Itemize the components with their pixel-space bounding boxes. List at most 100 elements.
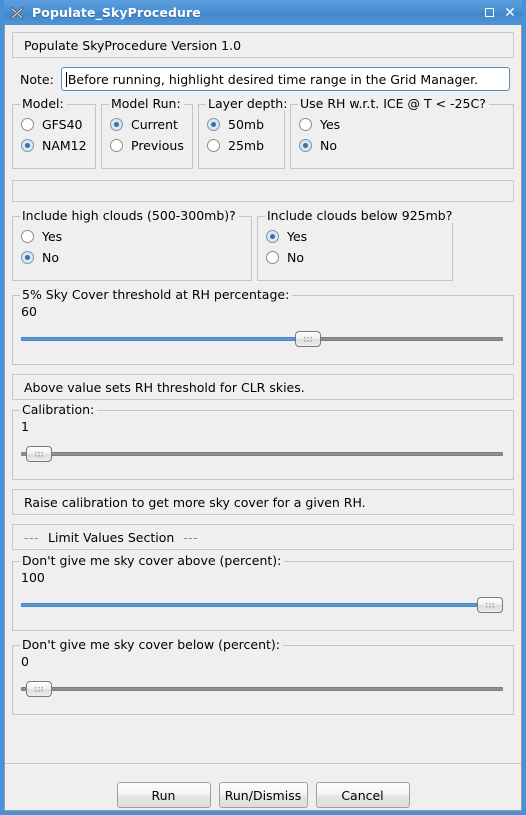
radio-low-clouds-no[interactable]: No xyxy=(266,247,452,268)
button-label: Run xyxy=(151,787,176,803)
spacer-panel xyxy=(12,180,514,202)
radio-label: 25mb xyxy=(228,138,265,153)
calibration-value: 1 xyxy=(21,419,29,434)
title-bar[interactable]: Populate_SkyProcedure ✕ xyxy=(4,0,522,25)
radio-rh-ice-yes[interactable]: Yes xyxy=(299,114,513,135)
sky-cover-above-slider[interactable] xyxy=(21,597,503,613)
separator-dash-left: --- xyxy=(24,529,40,545)
radio-indicator xyxy=(110,139,123,152)
sky-cover-below-value: 0 xyxy=(21,654,29,669)
sky-cover-threshold-value: 60 xyxy=(21,304,37,319)
radio-indicator xyxy=(266,251,279,264)
note-value: Before running, highlight desired time r… xyxy=(67,71,479,87)
radio-nam12[interactable]: NAM12 xyxy=(21,135,95,156)
radio-label: Yes xyxy=(42,229,63,244)
radio-indicator xyxy=(21,139,34,152)
group-model: Model: GFS40 NAM12 xyxy=(12,97,96,169)
group-legend: Use RH w.r.t. ICE @ T < -25C? xyxy=(298,97,489,111)
sky-cover-below-slider[interactable] xyxy=(21,681,503,697)
sky-cover-note-text: Above value sets RH threshold for CLR sk… xyxy=(24,379,305,395)
group-calibration: Calibration: 1 xyxy=(12,403,514,480)
note-row: Note: Before running, highlight desired … xyxy=(12,67,514,91)
button-label: Run/Dismiss xyxy=(224,787,302,803)
radio-gfs40[interactable]: GFS40 xyxy=(21,114,95,135)
group-legend: Don't give me sky cover above (percent): xyxy=(20,554,285,568)
slider-track xyxy=(21,452,503,456)
radio-low-clouds-yes[interactable]: Yes xyxy=(266,226,452,247)
group-legend: Include clouds below 925mb? xyxy=(265,209,456,223)
group-sky-cover-below: Don't give me sky cover below (percent):… xyxy=(12,638,514,715)
group-model-run: Model Run: Current Previous xyxy=(101,97,193,169)
radio-label: Yes xyxy=(320,117,341,132)
slider-fill xyxy=(21,603,477,607)
radio-label: No xyxy=(42,250,59,265)
limit-values-title: Limit Values Section xyxy=(48,529,175,545)
radio-indicator xyxy=(207,118,220,131)
slider-track xyxy=(21,687,503,691)
radio-label: Yes xyxy=(287,229,308,244)
button-label: Cancel xyxy=(341,787,384,803)
group-layer-depth: Layer depth: 50mb 25mb xyxy=(198,97,291,169)
sky-cover-note-panel: Above value sets RH threshold for CLR sk… xyxy=(12,374,514,400)
slider-fill xyxy=(21,337,295,341)
slider-thumb[interactable] xyxy=(25,446,52,462)
radio-indicator xyxy=(21,118,34,131)
grip-icon xyxy=(485,601,495,609)
group-legend: Include high clouds (500-300mb)? xyxy=(20,209,239,223)
radio-label: Current xyxy=(131,117,178,132)
grip-icon xyxy=(302,335,313,343)
maximize-icon[interactable] xyxy=(479,3,499,22)
slider-thumb[interactable] xyxy=(25,681,52,697)
calibration-slider[interactable] xyxy=(21,446,503,462)
text-caret xyxy=(65,71,67,87)
run-dismiss-button[interactable]: Run/Dismiss xyxy=(218,782,308,808)
group-sky-cover-threshold: 5% Sky Cover threshold at RH percentage:… xyxy=(12,288,514,365)
radio-50mb[interactable]: 50mb xyxy=(207,114,284,135)
group-legend: Don't give me sky cover below (percent): xyxy=(20,638,283,652)
cancel-button[interactable]: Cancel xyxy=(315,782,410,808)
radio-current[interactable]: Current xyxy=(110,114,192,135)
radio-indicator xyxy=(266,230,279,243)
version-banner: Populate SkyProcedure Version 1.0 xyxy=(12,32,514,58)
note-input[interactable]: Before running, highlight desired time r… xyxy=(60,67,510,91)
radio-label: NAM12 xyxy=(42,138,87,153)
radio-high-clouds-yes[interactable]: Yes xyxy=(21,226,251,247)
group-sky-cover-above: Don't give me sky cover above (percent):… xyxy=(12,554,514,631)
group-legend: Calibration: xyxy=(20,403,98,417)
radio-indicator xyxy=(21,230,34,243)
group-legend: Model Run: xyxy=(109,97,184,111)
cloud-groups-row: Include high clouds (500-300mb)? Yes No … xyxy=(12,209,514,281)
radio-rh-ice-no[interactable]: No xyxy=(299,135,513,156)
calibration-note-text: Raise calibration to get more sky cover … xyxy=(24,494,366,510)
sky-cover-threshold-slider[interactable] xyxy=(21,331,503,347)
application-window: Populate_SkyProcedure ✕ Populate SkyProc… xyxy=(0,0,526,815)
group-high-clouds: Include high clouds (500-300mb)? Yes No xyxy=(12,209,252,281)
button-bar-separator xyxy=(5,763,521,764)
radio-previous[interactable]: Previous xyxy=(110,135,192,156)
group-low-clouds: Include clouds below 925mb? Yes No xyxy=(257,209,456,281)
slider-thumb[interactable] xyxy=(477,597,503,613)
options-row: Model: GFS40 NAM12 Model Run: Current Pr… xyxy=(12,97,514,169)
group-use-rh-ice: Use RH w.r.t. ICE @ T < -25C? Yes No xyxy=(290,97,514,169)
radio-indicator xyxy=(299,118,312,131)
radio-indicator xyxy=(110,118,123,131)
radio-25mb[interactable]: 25mb xyxy=(207,135,284,156)
grip-icon xyxy=(33,685,44,693)
limit-values-section-panel: --- Limit Values Section --- xyxy=(12,524,514,550)
dialog-body: Populate SkyProcedure Version 1.0 Note: … xyxy=(4,25,522,811)
run-button[interactable]: Run xyxy=(116,782,211,808)
grip-icon xyxy=(33,450,44,458)
radio-label: Previous xyxy=(131,138,184,153)
window-title: Populate_SkyProcedure xyxy=(32,5,201,20)
group-legend: Model: xyxy=(20,97,67,111)
sky-cover-above-value: 100 xyxy=(21,570,45,585)
close-icon[interactable]: ✕ xyxy=(500,3,520,22)
radio-indicator xyxy=(207,139,220,152)
group-legend: Layer depth: xyxy=(206,97,291,111)
radio-high-clouds-no[interactable]: No xyxy=(21,247,251,268)
button-bar: Run Run/Dismiss Cancel xyxy=(5,782,521,808)
radio-label: No xyxy=(287,250,304,265)
calibration-note-panel: Raise calibration to get more sky cover … xyxy=(12,489,514,515)
radio-indicator xyxy=(21,251,34,264)
slider-thumb[interactable] xyxy=(294,331,321,347)
